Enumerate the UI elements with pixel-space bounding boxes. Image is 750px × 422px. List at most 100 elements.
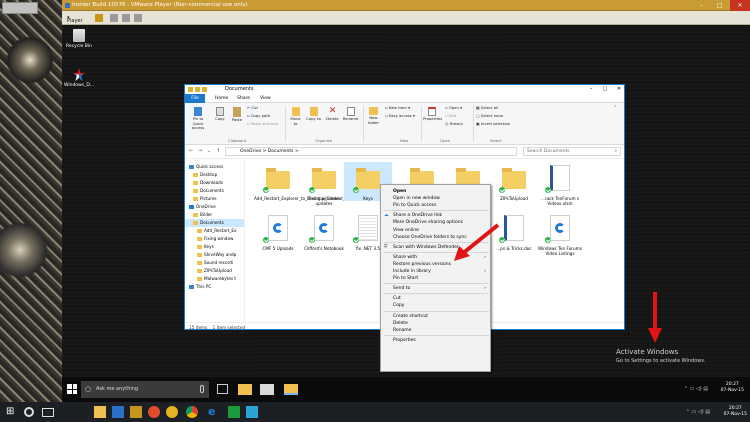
copy-button[interactable]: Copy bbox=[213, 107, 227, 122]
rename-button[interactable]: Rename bbox=[342, 107, 359, 122]
task-view-icon[interactable] bbox=[42, 408, 54, 417]
context-menu-item[interactable]: Send to › bbox=[393, 285, 488, 292]
file-item[interactable]: Add_Restart_Explorer_to_Desktop_Context_… bbox=[254, 162, 357, 201]
file-item[interactable]: Fixing windows updates bbox=[300, 162, 348, 206]
desktop-icon-recycle-bin[interactable]: Recycle Bin bbox=[64, 29, 94, 49]
player-menu[interactable]: Player ▾ bbox=[67, 14, 83, 24]
guest-clock[interactable]: 20:27 07-Nov-15 bbox=[721, 382, 744, 394]
copy-path-button[interactable]: ▫ Copy path bbox=[247, 113, 270, 119]
start-button[interactable] bbox=[67, 384, 77, 394]
history-button[interactable]: ◷ History bbox=[445, 121, 463, 127]
context-menu-item[interactable]: Open bbox=[393, 188, 488, 195]
cut-button[interactable]: ✂ Cut bbox=[247, 105, 258, 111]
nav-item[interactable]: Bilder bbox=[185, 211, 244, 219]
app-icon[interactable] bbox=[228, 406, 240, 418]
properties-button[interactable]: Properties bbox=[423, 107, 442, 122]
tab-view[interactable]: View bbox=[255, 94, 276, 103]
nav-item[interactable]: Sound recordi bbox=[185, 259, 244, 267]
new-folder-button[interactable]: New folder bbox=[366, 107, 381, 125]
nav-item[interactable]: ShiveWay andp bbox=[185, 251, 244, 259]
nav-item[interactable]: Malwarebytes t bbox=[185, 275, 244, 283]
recycle-bin-taskbar-icon[interactable] bbox=[260, 384, 274, 395]
back-icon[interactable]: ← bbox=[189, 148, 195, 155]
nav-item[interactable]: Keys bbox=[185, 243, 244, 251]
file-item[interactable]: Clifford's Notebook bbox=[300, 212, 348, 251]
search-box[interactable]: Search Documents ⌕ bbox=[523, 147, 621, 156]
fit-guest-icon[interactable] bbox=[122, 14, 130, 22]
copy-to-button[interactable]: Copy to bbox=[306, 107, 321, 122]
tab-share[interactable]: Share bbox=[232, 94, 255, 103]
app-icon[interactable] bbox=[148, 406, 160, 418]
nav-item[interactable]: Desktop bbox=[185, 171, 244, 179]
select-none-button[interactable]: ▢ Select none bbox=[476, 113, 503, 119]
paste-button[interactable]: Paste bbox=[230, 107, 244, 123]
context-menu-item[interactable]: Cut bbox=[393, 295, 488, 302]
app-icon[interactable] bbox=[166, 406, 178, 418]
windows-logo-icon[interactable]: ⊞ bbox=[6, 406, 18, 418]
nav-item[interactable]: Quick access bbox=[185, 163, 244, 171]
folder-new-icon[interactable] bbox=[202, 87, 207, 92]
maximize-icon[interactable]: □ bbox=[598, 85, 612, 94]
save-icon[interactable] bbox=[195, 87, 200, 92]
context-menu-item[interactable]: Pin to Start bbox=[393, 275, 488, 282]
thumbnail-strip[interactable] bbox=[2, 2, 38, 14]
move-to-button[interactable]: Move to bbox=[288, 107, 303, 126]
address-bar[interactable]: OneDrive > Documents > bbox=[225, 147, 517, 156]
nav-item[interactable]: OneDrive bbox=[185, 203, 244, 211]
nav-item[interactable]: Documents bbox=[185, 187, 244, 195]
close-icon[interactable]: ✕ bbox=[730, 0, 750, 11]
host-tray-icons[interactable]: ⌃ ▭ ◁) ▤ bbox=[686, 409, 710, 415]
close-icon[interactable]: ✕ bbox=[612, 85, 624, 94]
host-clock[interactable]: 20:27 07-Nov-15 bbox=[724, 406, 747, 418]
edit-button[interactable]: ▫ Edit bbox=[445, 113, 456, 119]
file-item[interactable]: CMF 5 Uploads bbox=[254, 212, 302, 251]
context-menu-item[interactable]: Properties bbox=[393, 337, 488, 344]
select-all-button[interactable]: ▦ Select all bbox=[476, 105, 498, 111]
tab-home[interactable]: Home bbox=[210, 94, 233, 103]
microphone-icon[interactable] bbox=[200, 385, 204, 393]
context-menu-item[interactable]: Create shortcut bbox=[393, 313, 488, 320]
context-menu-item[interactable]: Rename bbox=[393, 327, 488, 334]
delete-button[interactable]: ✕ Delete bbox=[325, 107, 340, 122]
send-ctrl-alt-del-icon[interactable] bbox=[110, 14, 118, 22]
nav-item[interactable]: Pictures bbox=[185, 195, 244, 203]
explorer-running-taskbar-icon[interactable] bbox=[284, 384, 298, 395]
nav-item[interactable]: This PC bbox=[185, 283, 244, 291]
file-explorer-taskbar-icon[interactable] bbox=[238, 384, 252, 395]
nav-item[interactable]: Documents bbox=[185, 219, 244, 227]
forward-icon[interactable]: → bbox=[198, 148, 204, 155]
context-menu-item[interactable]: Delete bbox=[393, 320, 488, 327]
task-view-icon[interactable] bbox=[217, 384, 228, 394]
paste-shortcut-button[interactable]: ▫ Paste shortcut bbox=[247, 121, 278, 127]
cortana-search[interactable]: ○ Ask me anything bbox=[81, 381, 209, 398]
pause-icon[interactable] bbox=[95, 14, 103, 22]
context-menu-item[interactable]: Include in library › bbox=[393, 268, 488, 275]
minimize-icon[interactable]: – bbox=[694, 0, 709, 11]
pin-quick-access-button[interactable]: Pin to Quick access bbox=[187, 107, 209, 131]
file-explorer-icon[interactable] bbox=[94, 406, 106, 418]
open-button[interactable]: ▫ Open ▾ bbox=[445, 105, 462, 111]
easy-access-button[interactable]: ▫ Easy access ▾ bbox=[385, 113, 415, 119]
vmware-icon[interactable] bbox=[130, 406, 142, 418]
file-item[interactable]: ZIPsToUpload bbox=[490, 162, 538, 201]
up-icon[interactable]: ↑ bbox=[216, 148, 222, 155]
context-menu-item[interactable]: Open in new window bbox=[393, 195, 488, 202]
file-item[interactable]: Windows Ten Forums Video Listings bbox=[536, 212, 584, 256]
tab-file[interactable]: File bbox=[185, 94, 205, 103]
invert-selection-button[interactable]: ▣ Invert selection bbox=[476, 121, 510, 127]
minimize-icon[interactable]: – bbox=[584, 85, 598, 94]
context-menu-item[interactable]: Pin to Quick access bbox=[393, 202, 488, 209]
nav-item[interactable]: Add_Restart_Ex bbox=[185, 227, 244, 235]
chrome-icon[interactable] bbox=[186, 406, 198, 418]
tray-icons[interactable]: ⌃ ▭ ◁) ▤ bbox=[684, 386, 708, 392]
maximize-icon[interactable]: □ bbox=[712, 0, 727, 11]
edge-icon[interactable]: e bbox=[208, 406, 220, 418]
file-item[interactable]: ...rack TenForum s Videos.xlsm bbox=[536, 162, 584, 206]
nav-item[interactable]: ZIPsToUpload bbox=[185, 267, 244, 275]
recent-locations-icon[interactable]: ⌄ bbox=[207, 148, 213, 155]
cortana-icon[interactable] bbox=[24, 407, 34, 417]
context-menu-item[interactable]: ☁ Share a OneDrive link bbox=[384, 212, 488, 219]
store-icon[interactable] bbox=[112, 406, 124, 418]
app-icon[interactable] bbox=[246, 406, 258, 418]
nav-item[interactable]: Fixing window bbox=[185, 235, 244, 243]
